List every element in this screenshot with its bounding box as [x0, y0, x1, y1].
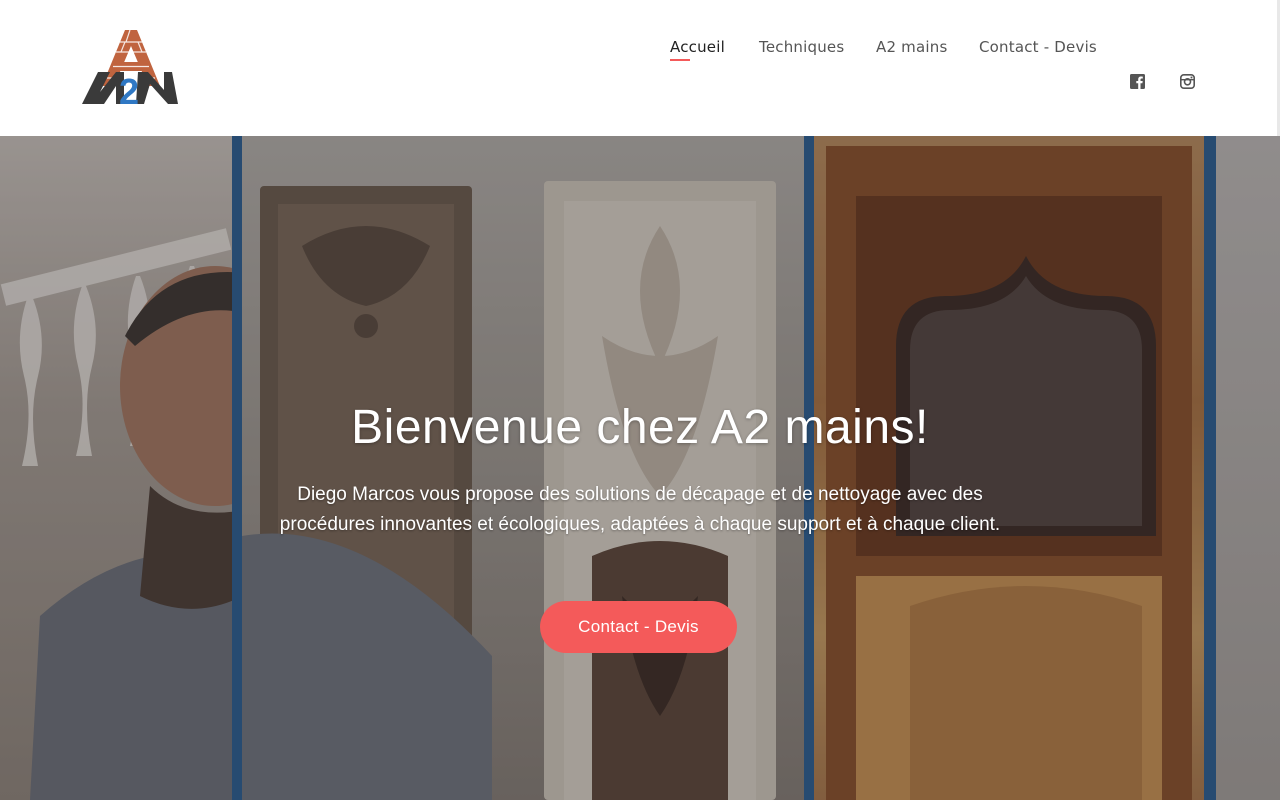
nav-item-label: Techniques	[759, 38, 845, 56]
hero-content: Bienvenue chez A2 mains! Diego Marcos vo…	[0, 136, 1280, 800]
svg-text:2: 2	[119, 71, 139, 108]
nav-item-label: Contact - Devis	[979, 38, 1097, 56]
nav-item-techniques[interactable]: Techniques	[759, 36, 844, 58]
nav-item-label: A2 mains	[876, 38, 948, 56]
nav-item-a2-mains[interactable]: A2 mains	[876, 36, 947, 58]
hero-section: Bienvenue chez A2 mains! Diego Marcos vo…	[0, 136, 1280, 800]
nav-item-contact-devis[interactable]: Contact - Devis	[979, 36, 1097, 58]
hero-title: Bienvenue chez A2 mains!	[351, 401, 929, 454]
main-nav: Accueil Techniques A2 mains Contact - De…	[0, 36, 1280, 89]
facebook-icon[interactable]	[1130, 74, 1145, 89]
nav-item-label: Accueil	[670, 38, 725, 56]
active-underline	[670, 59, 690, 61]
hero-description: Diego Marcos vous propose des solutions …	[279, 484, 1001, 535]
site-header: 2 Accueil Techniques A2 mains Contact - …	[0, 0, 1280, 136]
instagram-icon[interactable]	[1180, 74, 1195, 89]
contact-devis-button[interactable]: Contact - Devis	[540, 601, 737, 653]
nav-item-accueil[interactable]: Accueil	[670, 36, 725, 61]
